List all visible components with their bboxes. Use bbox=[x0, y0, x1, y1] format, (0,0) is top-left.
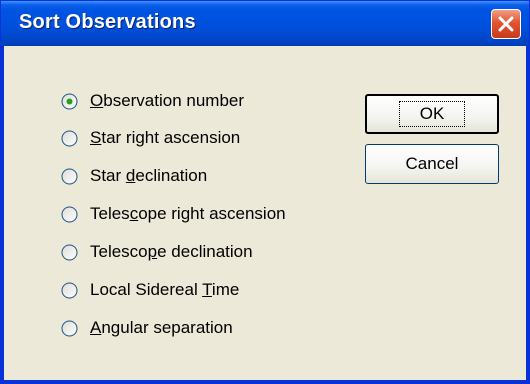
radio-unselected-icon[interactable] bbox=[61, 282, 78, 299]
sort-option-label: Angular separation bbox=[90, 318, 233, 337]
cancel-button[interactable]: Cancel bbox=[365, 144, 499, 184]
radio-unselected-icon[interactable] bbox=[61, 320, 78, 337]
sort-option-radio[interactable]: Star right ascension bbox=[61, 125, 240, 151]
sort-option-label: Star declination bbox=[90, 166, 208, 185]
dialog-title: Sort Observations bbox=[19, 11, 196, 33]
radio-selected-icon[interactable] bbox=[61, 93, 78, 110]
sort-observations-dialog: Sort Observations Observation number Star… bbox=[0, 0, 530, 384]
ok-button-label: OK bbox=[398, 101, 466, 127]
radio-unselected-icon[interactable] bbox=[61, 168, 78, 185]
sort-option-label: Observation number bbox=[90, 91, 245, 110]
cancel-button-label: Cancel bbox=[405, 154, 459, 173]
sort-option-radio[interactable]: Telescope right ascension bbox=[61, 201, 286, 227]
sort-option-radio[interactable]: Star declination bbox=[61, 163, 207, 189]
sort-option-label: Telescope declination bbox=[90, 242, 253, 261]
sort-option-radio[interactable]: Local Sidereal Time bbox=[61, 277, 239, 303]
radio-unselected-icon[interactable] bbox=[61, 206, 78, 223]
sort-option-radio[interactable]: Telescope declination bbox=[61, 239, 253, 265]
sort-option-radio[interactable]: Observation number bbox=[61, 88, 244, 114]
title-bar[interactable]: Sort Observations bbox=[1, 1, 529, 46]
radio-unselected-icon[interactable] bbox=[61, 130, 78, 147]
close-icon bbox=[498, 16, 514, 32]
ok-button[interactable]: OK bbox=[365, 94, 499, 134]
dialog-body: Observation number Star right ascension St… bbox=[4, 46, 526, 380]
radio-unselected-icon[interactable] bbox=[61, 244, 78, 261]
sort-option-label: Star right ascension bbox=[90, 128, 241, 147]
close-button[interactable] bbox=[491, 9, 521, 39]
sort-option-label: Telescope right ascension bbox=[90, 204, 286, 223]
sort-option-label: Local Sidereal Time bbox=[90, 280, 240, 299]
sort-option-radio[interactable]: Angular separation bbox=[61, 315, 233, 341]
